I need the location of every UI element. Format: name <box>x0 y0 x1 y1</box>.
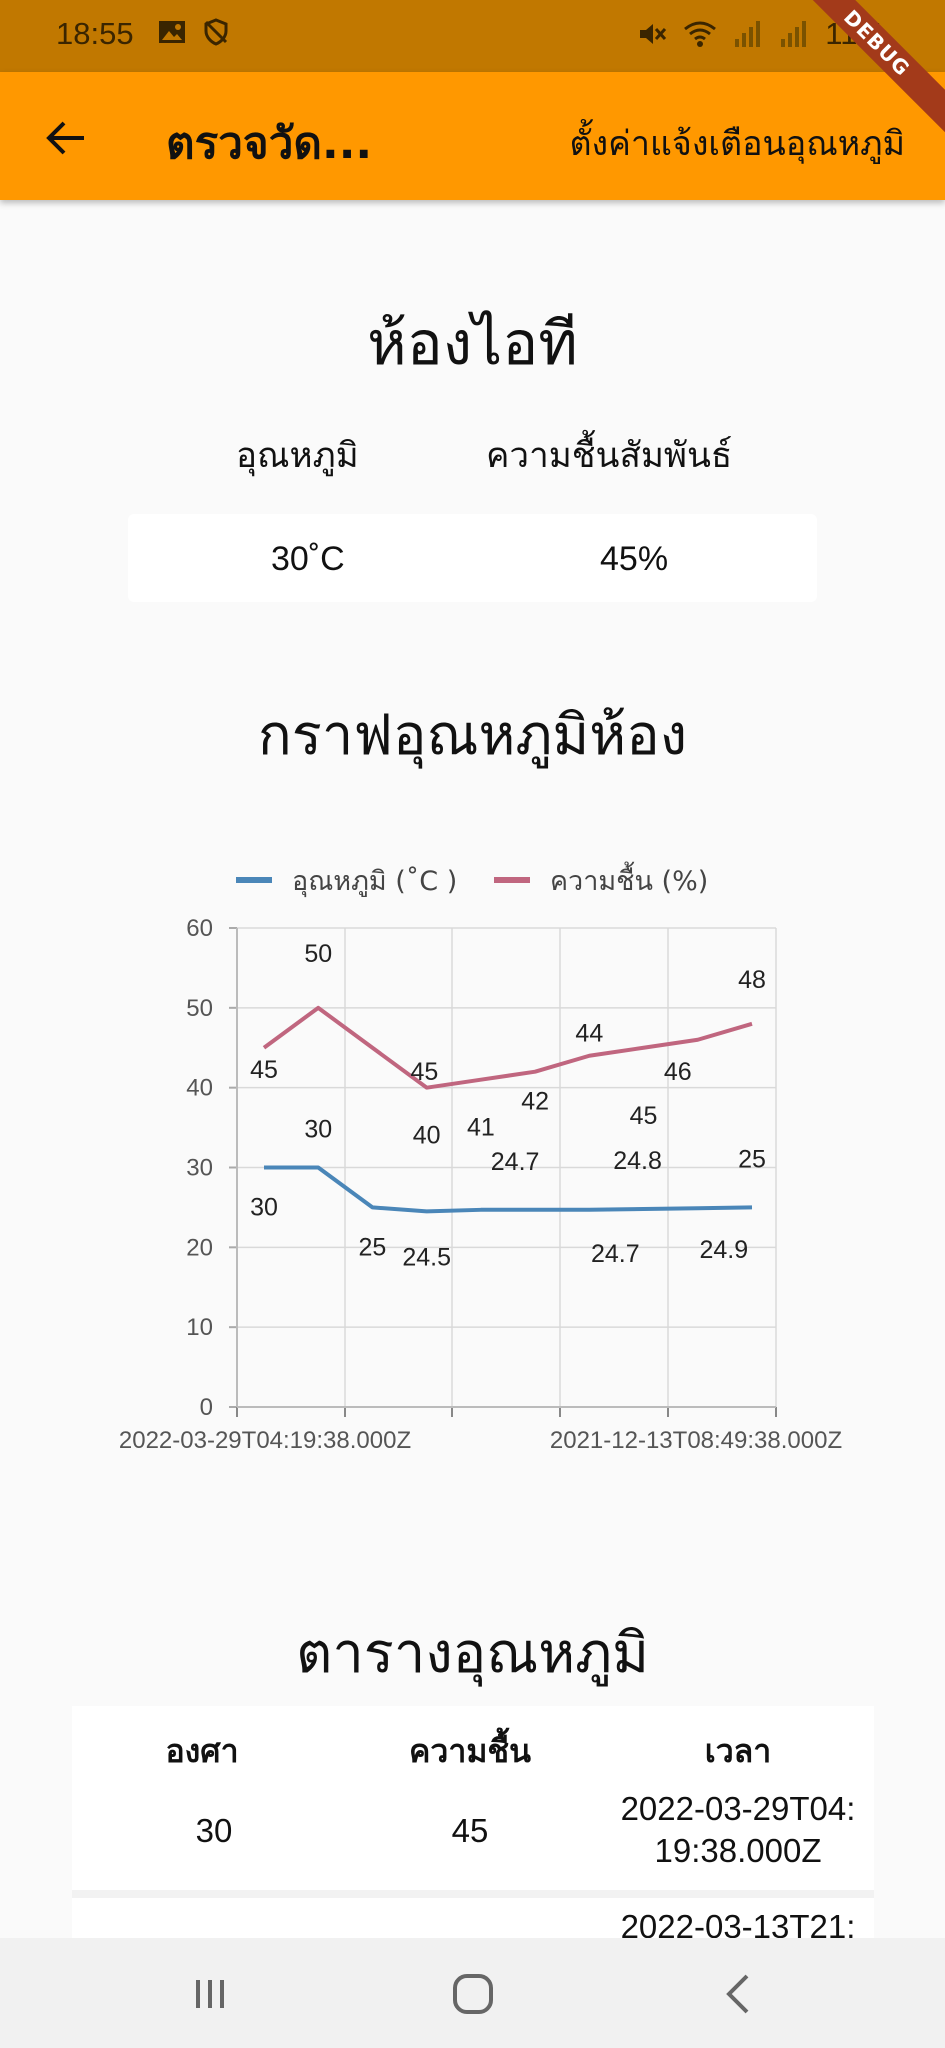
data-label: 24.8 <box>613 1147 662 1175</box>
home-button[interactable] <box>428 1966 518 2022</box>
data-label: 45 <box>411 1058 439 1086</box>
x-tick-label: 2022-03-29T04:19:38.000Z <box>119 1427 411 1454</box>
data-label: 30 <box>304 1116 332 1144</box>
y-tick-label: 40 <box>186 1075 213 1102</box>
y-tick-label: 30 <box>186 1155 213 1182</box>
legend-label: อุณหภูมิ (˚C ) <box>292 866 457 898</box>
temperature-chart: 0 10 20 30 40 50 60 2022-03-29T04:19:38.000Z 202… <box>80 848 880 1468</box>
data-label: 25 <box>359 1233 387 1261</box>
recent-apps-button[interactable] <box>165 1966 255 2022</box>
status-time: 18:55 <box>56 16 134 51</box>
room-name: ห้องไอที <box>367 309 578 379</box>
data-label: 45 <box>630 1102 658 1130</box>
image-icon <box>159 21 185 43</box>
y-tick-label: 50 <box>186 995 213 1022</box>
app-bar: ตรวจวัด... ตั้งค่าแจ้งเตือนอุณหภูมิ <box>0 72 945 200</box>
x-tick-label: 2021-12-13T08:49:38.000Z <box>550 1427 842 1454</box>
header-time: เวลา <box>704 1732 772 1770</box>
data-label: 24.7 <box>491 1148 540 1176</box>
row1-time-line1: 2022-03-29T04: <box>620 1790 856 1827</box>
data-label: 42 <box>521 1088 549 1116</box>
y-tick-label: 10 <box>186 1314 213 1341</box>
chevron-left-icon <box>726 1974 749 2014</box>
humidity-value: 45% <box>600 540 669 578</box>
home-icon <box>453 1974 493 2014</box>
data-label: 24.5 <box>402 1243 451 1271</box>
data-label: 40 <box>413 1122 441 1150</box>
row1-humidity: 45 <box>451 1812 489 1849</box>
arrow-back-icon <box>46 121 84 155</box>
chart-svg: 0 10 20 30 40 50 60 2022-03-29T04:19:38.000Z 202… <box>119 861 842 1454</box>
humidity-label: ความชื้นสัมพันธ์ <box>486 436 733 476</box>
status-left-icons <box>158 18 230 46</box>
data-label: 24.7 <box>591 1240 640 1268</box>
y-tick-label: 20 <box>186 1234 213 1261</box>
signal-icon <box>735 21 761 47</box>
row1-temp: 30 <box>195 1812 233 1849</box>
data-label: 24.9 <box>699 1236 748 1264</box>
temperature-alert-settings-button[interactable]: ตั้งค่าแจ้งเตือนอุณหภูมิ <box>569 116 905 170</box>
shield-off-icon <box>204 18 228 46</box>
data-label: 46 <box>664 1058 692 1086</box>
temperature-value: 30˚C <box>271 540 345 578</box>
header-degree: องศา <box>165 1732 239 1770</box>
data-label: 45 <box>250 1056 278 1084</box>
data-label: 48 <box>738 966 766 994</box>
mute-icon <box>640 24 667 44</box>
table-title: ตารางอุณหภูมิ <box>295 1621 649 1686</box>
back-button[interactable] <box>36 108 96 168</box>
y-tick-label: 60 <box>186 915 213 942</box>
data-label: 30 <box>250 1194 278 1222</box>
data-label: 25 <box>738 1145 766 1173</box>
page-title: ตรวจวัด... <box>166 118 373 169</box>
row-divider <box>72 1890 874 1898</box>
readings-card: 30˚C 45% <box>128 514 817 602</box>
header-humidity: ความชื้น <box>408 1732 532 1770</box>
chart-title: กราฟอุณหภูมิห้อง <box>257 703 688 768</box>
data-label: 50 <box>304 940 332 968</box>
row1-time-line2: 19:38.000Z <box>654 1832 822 1869</box>
system-navigation-bar <box>0 1938 945 2048</box>
signal-icon-2 <box>781 21 807 47</box>
recent-apps-icon <box>196 1980 224 2008</box>
status-bar: 18:55 11% <box>0 0 945 72</box>
wifi-icon <box>684 21 717 47</box>
temperature-label: อุณหภูมิ <box>236 436 359 476</box>
data-label: 41 <box>467 1114 495 1142</box>
y-tick-label: 0 <box>200 1394 213 1421</box>
legend-label: ความชื้น (%) <box>550 861 708 897</box>
data-label: 44 <box>575 1020 603 1048</box>
back-nav-button[interactable] <box>694 1966 784 2022</box>
